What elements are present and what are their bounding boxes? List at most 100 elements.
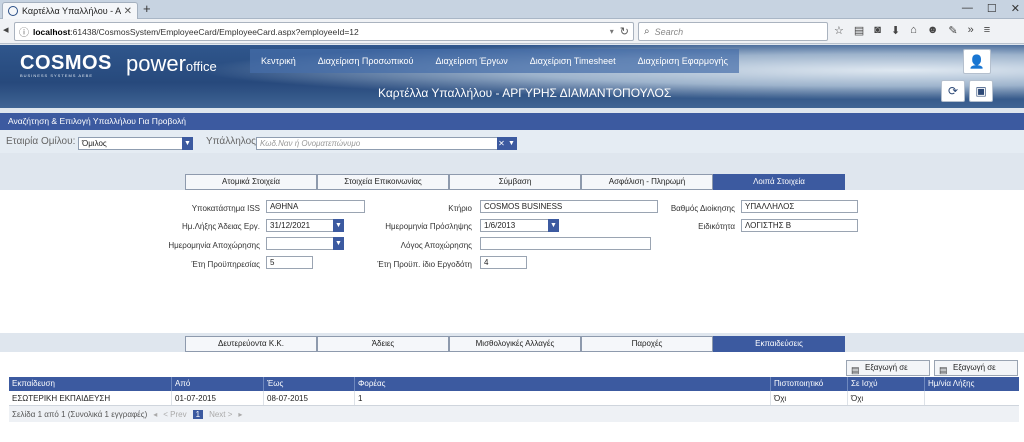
cell-certificate: Όχι bbox=[771, 391, 848, 405]
detail-tabs: Ατομικά Στοιχεία Στοιχεία Επικοινωνίας Σ… bbox=[185, 174, 845, 190]
hire-date-label: Ημερομηνία Πρόσληψης bbox=[385, 222, 472, 231]
bookmark-star-icon[interactable]: ☆ bbox=[834, 24, 844, 37]
tab-insurance-payment[interactable]: Ασφάλιση - Πληρωμή bbox=[581, 174, 713, 190]
leave-end-date-field[interactable]: 31/12/2021 ▼ bbox=[266, 219, 344, 232]
pager-summary: Σελίδα 1 από 1 (Συνολικά 1 εγγραφές) bbox=[12, 409, 148, 419]
column-header-to[interactable]: Έως bbox=[264, 377, 355, 391]
departure-reason-field[interactable] bbox=[480, 237, 651, 250]
table-row[interactable]: ΕΣΩΤΕΡΙΚΗ ΕΚΠΑΙΔΕΥΣΗ 01-07-2015 08-07-20… bbox=[9, 391, 1019, 406]
company-select-value: Όμιλος bbox=[82, 139, 107, 148]
employee-label: Υπάλληλος: bbox=[206, 136, 259, 147]
prior-years-label: Έτη Προϋπηρεσίας bbox=[191, 260, 260, 269]
specialty-field[interactable]: ΛΟΓΙΣΤΗΣ Β bbox=[741, 219, 858, 232]
tab-contact[interactable]: Στοιχεία Επικοινωνίας bbox=[317, 174, 449, 190]
browser-search-input[interactable]: ⌕ Search bbox=[638, 22, 828, 41]
chevron-down-icon[interactable]: ▼ bbox=[506, 137, 517, 150]
grade-field[interactable]: ΥΠΑΛΛΗΛΟΣ bbox=[741, 200, 858, 213]
browser-tab-favicon-icon bbox=[8, 6, 18, 16]
pager-prev[interactable]: < Prev bbox=[163, 410, 186, 419]
chevron-down-icon[interactable]: ▼ bbox=[182, 137, 193, 150]
browser-tab[interactable]: Καρτέλλα Υπαλλήλου - ΑΡ... ✕ bbox=[2, 2, 138, 19]
menu-item-projects[interactable]: Διαχείριση Έργων bbox=[424, 49, 518, 73]
chevron-down-icon[interactable]: ▼ bbox=[548, 219, 559, 232]
pager-page-1[interactable]: 1 bbox=[192, 409, 204, 419]
tab-personal[interactable]: Ατομικά Στοιχεία bbox=[185, 174, 317, 190]
menu-item-home[interactable]: Κεντρική bbox=[250, 49, 307, 73]
employee-search-panel: Αναζήτηση & Επιλογή Υπαλλήλου Για Προβολ… bbox=[0, 113, 1024, 153]
prior-years-field[interactable]: 5 bbox=[266, 256, 313, 269]
url-bar[interactable]: ⓘ localhost:61438/CosmosSystem/EmployeeC… bbox=[14, 22, 634, 41]
export-icon: ▤ bbox=[939, 365, 948, 375]
grade-label: Βαθμός Διοίκησης bbox=[670, 204, 735, 213]
home-icon[interactable]: ⌂ bbox=[910, 24, 917, 37]
employee-search-input[interactable]: Κωδ.Ναν ή Ονοματεπώνυμο ✕ ▼ bbox=[256, 137, 517, 150]
pager-first-icon[interactable]: ◂ bbox=[153, 410, 157, 419]
addon-icon[interactable]: ✎ bbox=[948, 24, 957, 37]
new-tab-icon[interactable]: + bbox=[143, 1, 151, 16]
tab-leaves[interactable]: Άδειες bbox=[317, 336, 449, 352]
download-icon[interactable]: ⬇ bbox=[891, 24, 900, 37]
leave-end-label: Ημ.Λήξης Άδειας Εργ. bbox=[181, 222, 260, 231]
branch-label: Υποκατάστημα ISS bbox=[191, 204, 260, 213]
tab-benefits[interactable]: Παροχές bbox=[581, 336, 713, 352]
search-icon: ⌕ bbox=[644, 26, 650, 37]
prior-same-employer-label: Έτη Προϋπ. ίδιο Εργοδότη bbox=[377, 260, 472, 269]
brand-name: COSMOS bbox=[20, 52, 112, 74]
save-button[interactable]: ▣ bbox=[969, 80, 993, 102]
user-button[interactable]: 👤 bbox=[963, 49, 991, 74]
cell-training: ΕΣΩΤΕΡΙΚΗ ΕΚΠΑΙΔΕΥΣΗ bbox=[9, 391, 172, 405]
column-header-valid[interactable]: Σε Ισχύ bbox=[848, 377, 925, 391]
building-label: Κτήριο bbox=[448, 204, 472, 213]
pager-next[interactable]: Next > bbox=[209, 410, 232, 419]
leave-end-date-value: 31/12/2021 bbox=[270, 221, 311, 230]
reload-icon[interactable]: ↻ bbox=[620, 25, 629, 38]
export-xls-button[interactable]: ▤ Εξαγωγή σε XLS bbox=[934, 360, 1018, 386]
pager-last-icon[interactable]: ▸ bbox=[238, 410, 242, 419]
chevron-down-icon[interactable]: ▼ bbox=[333, 219, 344, 232]
refresh-button[interactable]: ⟳ bbox=[941, 80, 965, 102]
company-select[interactable]: Όμιλος ▼ bbox=[78, 137, 193, 150]
column-header-expiry[interactable]: Ημ/νία Λήξης bbox=[925, 377, 1019, 391]
hamburger-menu-icon[interactable]: ≡ bbox=[984, 24, 990, 37]
hire-date-field[interactable]: 1/6/2013 ▼ bbox=[480, 219, 559, 232]
column-header-training[interactable]: Εκπαίδευση bbox=[9, 377, 172, 391]
grid-header: Εκπαίδευση Από Έως Φορέας Πιστοποιητικό … bbox=[9, 377, 1019, 391]
branch-field[interactable]: ΑΘΗΝΑ bbox=[266, 200, 365, 213]
close-tab-icon[interactable]: ✕ bbox=[124, 6, 132, 17]
main-menu: Κεντρική Διαχείριση Προσωπικού Διαχείρισ… bbox=[250, 49, 739, 73]
overflow-icon[interactable]: » bbox=[968, 24, 974, 37]
window-controls: — ☐ ✕ bbox=[962, 2, 1020, 15]
url-dropdown-icon[interactable]: ▾ bbox=[610, 27, 614, 36]
back-icon[interactable]: ◂ bbox=[3, 23, 9, 36]
browser-tabbar: Καρτέλλα Υπαλλήλου - ΑΡ... ✕ + — ☐ ✕ bbox=[0, 0, 1024, 19]
minimize-icon[interactable]: — bbox=[962, 2, 973, 15]
menu-item-timesheet[interactable]: Διαχείριση Timesheet bbox=[519, 49, 627, 73]
tab-trainings[interactable]: Εκπαιδεύσεις bbox=[713, 336, 845, 352]
column-header-from[interactable]: Από bbox=[172, 377, 264, 391]
app-header: COSMOS BUSINESS SYSTEMS AEBE poweroffice… bbox=[0, 45, 1024, 108]
tab-other-details[interactable]: Λοιπά Στοιχεία bbox=[713, 174, 845, 190]
site-info-icon[interactable]: ⓘ bbox=[19, 24, 29, 39]
export-pdf-button[interactable]: ▤ Εξαγωγή σε PDF bbox=[846, 360, 930, 386]
company-label: Εταιρία Ομίλου: bbox=[6, 136, 76, 147]
prior-same-employer-field[interactable]: 4 bbox=[480, 256, 527, 269]
menu-item-personnel[interactable]: Διαχείριση Προσωπικού bbox=[307, 49, 425, 73]
departure-date-field[interactable]: ▼ bbox=[266, 237, 344, 250]
cosmos-logo: COSMOS BUSINESS SYSTEMS AEBE bbox=[20, 52, 112, 78]
other-details-panel: Υποκατάστημα ISS ΑΘΗΝΑ Κτήριο COSMOS BUS… bbox=[0, 190, 1024, 333]
export-icon: ▤ bbox=[851, 365, 860, 375]
pocket-icon[interactable]: ◙ bbox=[874, 24, 881, 37]
tab-contract[interactable]: Σύμβαση bbox=[449, 174, 581, 190]
close-window-icon[interactable]: ✕ bbox=[1011, 2, 1020, 15]
reading-list-icon[interactable]: ▤ bbox=[854, 24, 864, 37]
tab-salary-changes[interactable]: Μισθολογικές Αλλαγές bbox=[449, 336, 581, 352]
chat-icon[interactable]: ☻ bbox=[927, 24, 939, 37]
column-header-certificate[interactable]: Πιστοποιητικό bbox=[771, 377, 848, 391]
tab-secondary-cost-centers[interactable]: Δευτερεύοντα Κ.Κ. bbox=[185, 336, 317, 352]
menu-item-app-admin[interactable]: Διαχείριση Εφαρμογής bbox=[627, 49, 739, 73]
chevron-down-icon[interactable]: ▼ bbox=[333, 237, 344, 250]
clear-icon[interactable]: ✕ bbox=[497, 137, 506, 150]
building-field[interactable]: COSMOS BUSINESS bbox=[480, 200, 658, 213]
column-header-provider[interactable]: Φορέας bbox=[355, 377, 771, 391]
maximize-icon[interactable]: ☐ bbox=[987, 2, 997, 15]
